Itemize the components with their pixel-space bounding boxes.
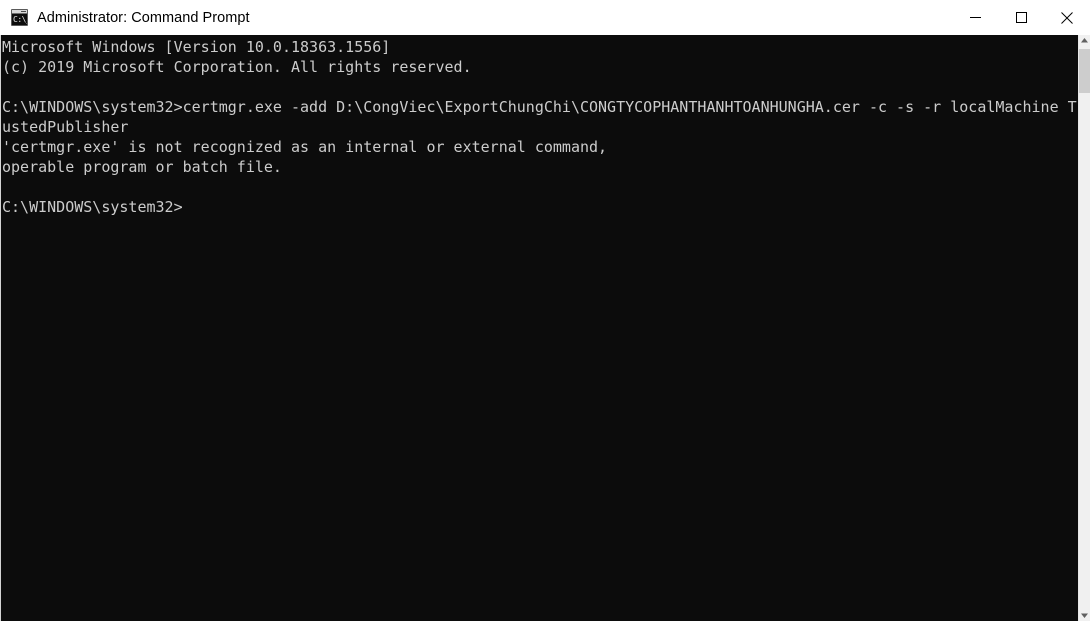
scroll-up-arrow-icon bbox=[1081, 38, 1088, 43]
command-prompt-window: C:\_ Administrator: Command Prompt bbox=[0, 0, 1090, 626]
console-area: Microsoft Windows [Version 10.0.18363.15… bbox=[0, 35, 1090, 621]
cmd-icon-glyph: C:\_ bbox=[13, 15, 27, 24]
console-output[interactable]: Microsoft Windows [Version 10.0.18363.15… bbox=[1, 35, 1078, 621]
maximize-icon bbox=[1015, 12, 1027, 23]
vertical-scrollbar[interactable] bbox=[1078, 35, 1090, 621]
console-text: Microsoft Windows [Version 10.0.18363.15… bbox=[2, 38, 1078, 216]
scroll-down-button[interactable] bbox=[1079, 610, 1090, 621]
window-title: Administrator: Command Prompt bbox=[37, 9, 250, 26]
scroll-down-arrow-icon bbox=[1081, 613, 1088, 618]
maximize-button[interactable] bbox=[998, 0, 1044, 35]
scrollbar-thumb[interactable] bbox=[1079, 49, 1090, 93]
minimize-button[interactable] bbox=[952, 0, 998, 35]
close-icon bbox=[1061, 11, 1073, 24]
close-button[interactable] bbox=[1044, 0, 1090, 35]
title-bar[interactable]: C:\_ Administrator: Command Prompt bbox=[0, 0, 1090, 35]
minimize-icon bbox=[969, 17, 981, 18]
scroll-up-button[interactable] bbox=[1079, 35, 1090, 46]
window-controls bbox=[952, 0, 1090, 35]
cmd-icon: C:\_ bbox=[11, 9, 28, 26]
title-bar-left: C:\_ Administrator: Command Prompt bbox=[0, 9, 952, 26]
window-bottom-edge bbox=[0, 621, 1090, 626]
